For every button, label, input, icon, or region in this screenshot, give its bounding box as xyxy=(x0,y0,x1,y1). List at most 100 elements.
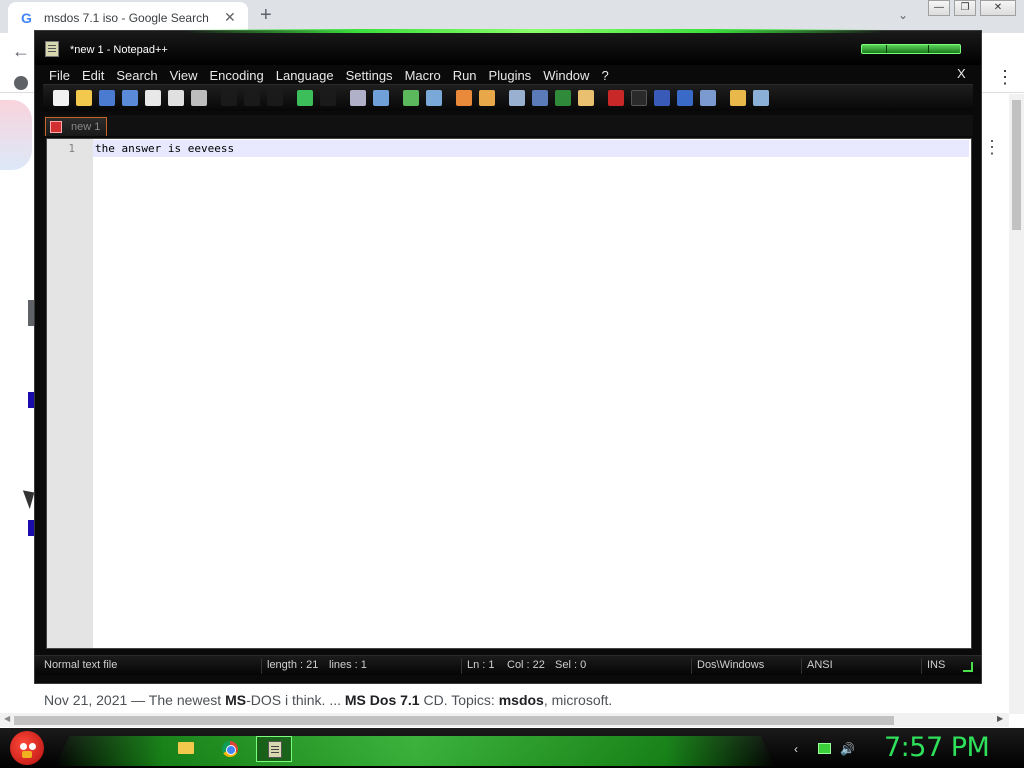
scroll-right-icon[interactable]: ▶ xyxy=(997,714,1003,723)
status-selection: Sel : 0 xyxy=(555,659,587,671)
window-title: *new 1 - Notepad++ xyxy=(70,44,168,56)
sync-horizontal-icon[interactable] xyxy=(479,90,495,106)
notepadpp-app-icon xyxy=(45,41,59,57)
document-tab-label: new 1 xyxy=(71,121,101,133)
stop-macro-icon[interactable] xyxy=(631,90,647,106)
start-button-icon[interactable] xyxy=(10,731,44,765)
status-line-number: Ln : 1 xyxy=(467,659,495,671)
resize-grip-icon[interactable] xyxy=(963,662,973,672)
status-bar: Normal text file length : 21 lines : 1 L… xyxy=(35,655,981,675)
notepadpp-titlebar[interactable]: *new 1 - Notepad++ xyxy=(35,29,981,65)
show-all-chars-icon[interactable] xyxy=(532,90,548,106)
horizontal-scrollbar-thumb[interactable] xyxy=(14,716,894,725)
taskbar-chrome[interactable] xyxy=(212,736,248,762)
new-file-icon[interactable] xyxy=(53,90,69,106)
close-document-button[interactable]: X xyxy=(957,66,966,81)
record-macro-icon[interactable] xyxy=(608,90,624,106)
google-favicon-icon: G xyxy=(21,10,32,26)
start-icon-beak xyxy=(22,751,32,758)
status-separator xyxy=(921,658,922,674)
menu-edit[interactable]: Edit xyxy=(82,68,104,83)
status-column: Col : 22 xyxy=(507,659,545,671)
status-lines: lines : 1 xyxy=(329,659,367,671)
menu-file[interactable]: File xyxy=(49,68,70,83)
doodle-fragment xyxy=(0,100,32,170)
tray-overflow-icon[interactable]: ‹ xyxy=(794,742,798,756)
sync-vertical-icon[interactable] xyxy=(456,90,472,106)
menu-settings[interactable]: Settings xyxy=(346,68,393,83)
editor-line-text[interactable]: the answer is eeveess xyxy=(95,142,234,155)
toolbar xyxy=(43,84,973,111)
restore-button[interactable]: ❐ xyxy=(954,0,976,16)
replace-icon[interactable] xyxy=(373,90,389,106)
scroll-left-icon[interactable]: ◀ xyxy=(4,714,10,723)
menu-macro[interactable]: Macro xyxy=(405,68,441,83)
paste-icon[interactable] xyxy=(267,90,283,106)
new-tab-button[interactable]: + xyxy=(260,4,272,27)
menu-run[interactable]: Run xyxy=(453,68,477,83)
page-scrollbar-thumb[interactable] xyxy=(1012,100,1021,230)
status-separator xyxy=(801,658,802,674)
undo-icon[interactable] xyxy=(297,90,313,106)
save-macro-icon[interactable] xyxy=(700,90,716,106)
copy-icon[interactable] xyxy=(244,90,260,106)
volume-icon[interactable]: 🔊 xyxy=(840,742,855,756)
folder-workspace-icon[interactable] xyxy=(730,90,746,106)
menu-search[interactable]: Search xyxy=(116,68,157,83)
line-number: 1 xyxy=(68,142,75,155)
menu-help[interactable]: ? xyxy=(601,68,608,83)
menu-encoding[interactable]: Encoding xyxy=(210,68,264,83)
start-icon-eye xyxy=(20,743,27,750)
taskbar-notepadpp[interactable] xyxy=(256,736,292,762)
start-icon-eye xyxy=(29,743,36,750)
minimize-button[interactable]: — xyxy=(928,0,950,16)
menu-window[interactable]: Window xyxy=(543,68,589,83)
search-result-snippet: Nov 21, 2021 — The newest MS-DOS i think… xyxy=(44,692,613,708)
play-macro-icon[interactable] xyxy=(654,90,670,106)
status-separator xyxy=(261,658,262,674)
find-icon[interactable] xyxy=(350,90,366,106)
status-encoding: ANSI xyxy=(807,659,833,671)
zoom-out-icon[interactable] xyxy=(426,90,442,106)
window-close-button[interactable]: ✕ xyxy=(980,0,1016,16)
notepadpp-icon xyxy=(268,741,282,758)
back-arrow-icon[interactable]: ← xyxy=(12,41,30,62)
tab-search-chevron-icon[interactable]: ⌄ xyxy=(898,8,908,22)
print-icon[interactable] xyxy=(191,90,207,106)
save-all-icon[interactable] xyxy=(122,90,138,106)
text-editor[interactable]: 1 the answer is eeveess xyxy=(46,138,972,649)
save-icon[interactable] xyxy=(99,90,115,106)
taskbar-clock[interactable]: 7:57 PM xyxy=(884,732,990,763)
spell-check-icon[interactable] xyxy=(753,90,769,106)
browser-menu-icon[interactable]: ⋮ xyxy=(996,68,1014,86)
status-file-type: Normal text file xyxy=(44,659,118,671)
unsaved-file-icon xyxy=(50,121,62,133)
redo-icon[interactable] xyxy=(320,90,336,106)
close-tab-icon[interactable]: ✕ xyxy=(224,9,236,26)
status-insert-mode: INS xyxy=(927,659,946,671)
taskbar-glow xyxy=(55,736,775,766)
close-file-icon[interactable] xyxy=(145,90,161,106)
result-menu-icon[interactable]: ⋮ xyxy=(983,138,1001,156)
close-all-icon[interactable] xyxy=(168,90,184,106)
status-separator xyxy=(461,658,462,674)
cut-icon[interactable] xyxy=(221,90,237,106)
doc-map-icon[interactable] xyxy=(578,90,594,106)
menu-view[interactable]: View xyxy=(170,68,198,83)
zoom-in-icon[interactable] xyxy=(403,90,419,106)
browser-tab-title: msdos 7.1 iso - Google Search xyxy=(44,11,209,25)
window-controls[interactable] xyxy=(861,44,961,54)
menu-language[interactable]: Language xyxy=(276,68,334,83)
titlebar-glow xyxy=(185,29,885,33)
status-length: length : 21 xyxy=(267,659,319,671)
document-tab[interactable]: new 1 xyxy=(45,117,107,136)
line-number-gutter: 1 xyxy=(47,139,93,648)
menu-plugins[interactable]: Plugins xyxy=(489,68,532,83)
network-icon[interactable] xyxy=(818,743,831,754)
taskbar-file-explorer[interactable] xyxy=(168,736,204,762)
status-eol-format: Dos\Windows xyxy=(697,659,765,671)
word-wrap-icon[interactable] xyxy=(509,90,525,106)
run-macro-multiple-icon[interactable] xyxy=(677,90,693,106)
indent-guide-icon[interactable] xyxy=(555,90,571,106)
open-file-icon[interactable] xyxy=(76,90,92,106)
